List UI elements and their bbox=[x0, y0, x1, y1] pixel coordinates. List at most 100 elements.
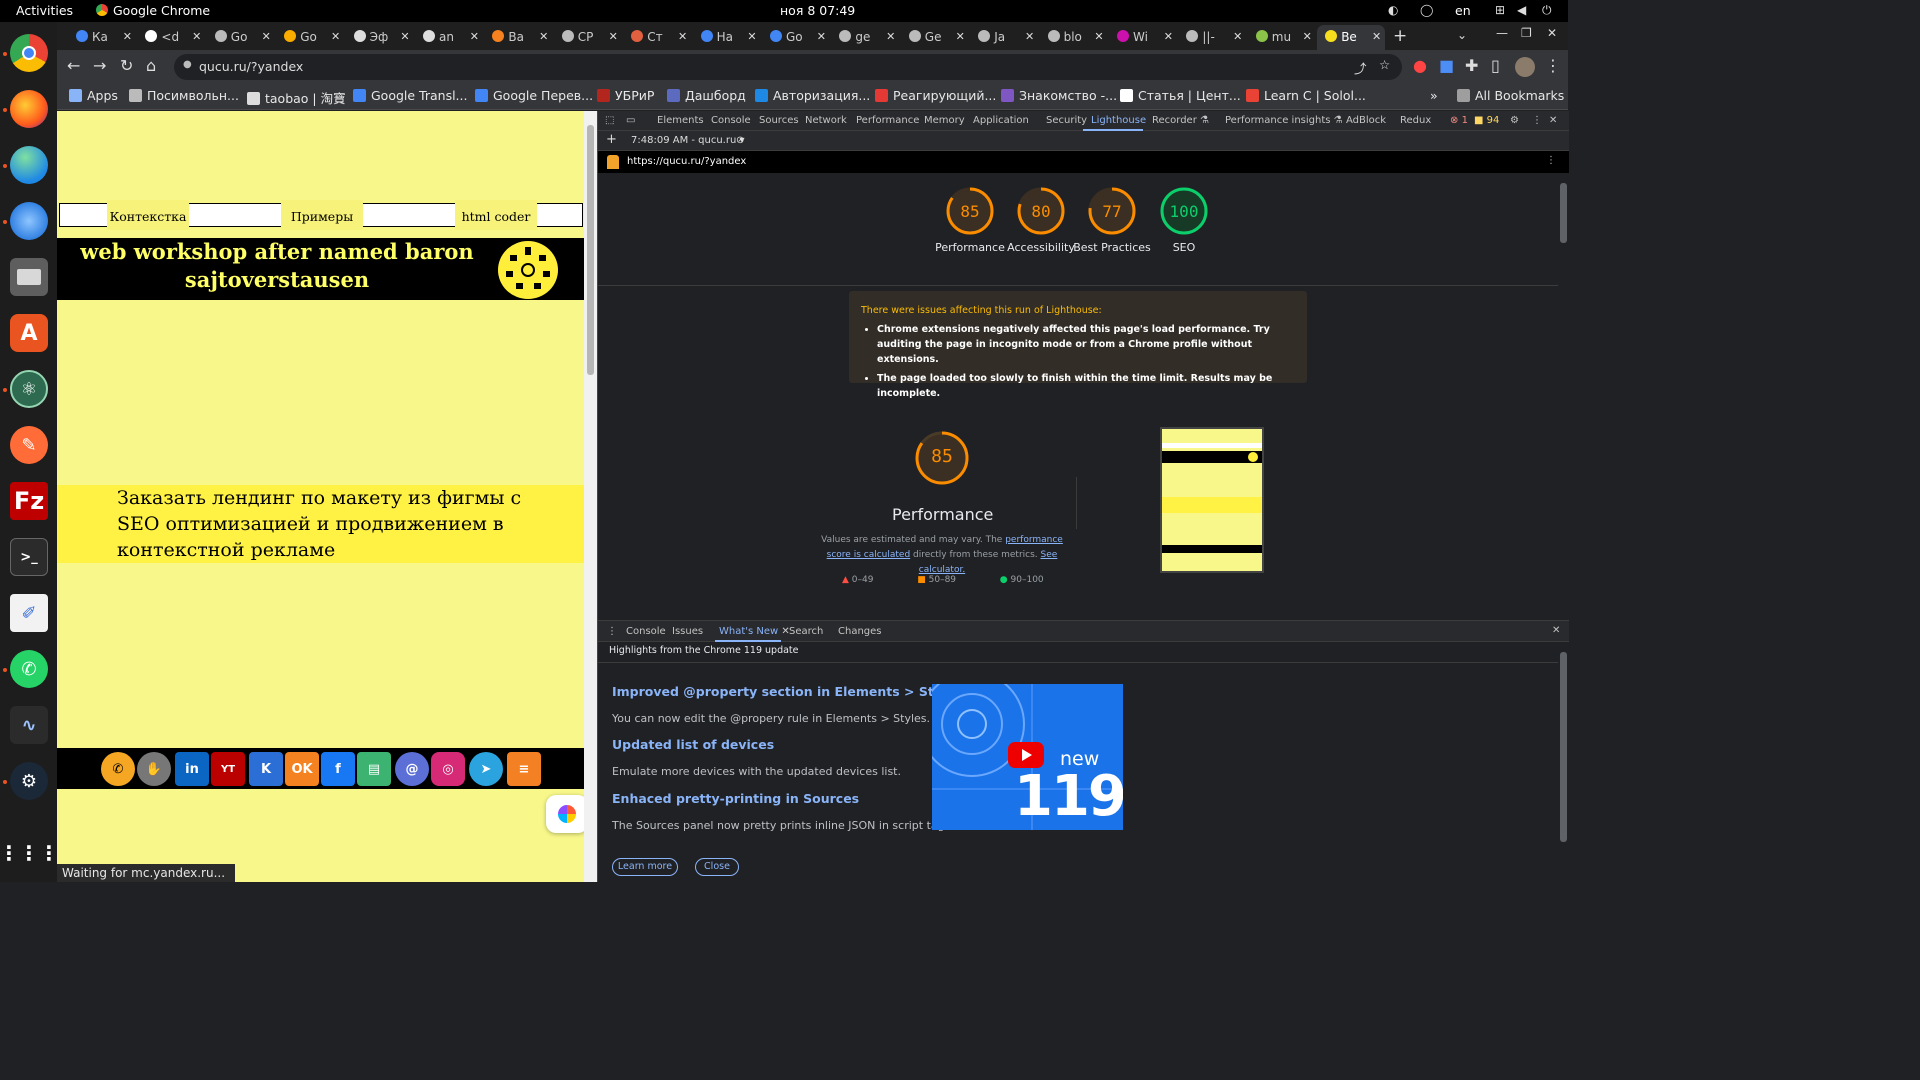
tab[interactable]: blo ✕ bbox=[1040, 25, 1108, 50]
close-tab-icon[interactable]: ✕ bbox=[470, 30, 479, 43]
extension-icon[interactable]: ● bbox=[1413, 56, 1427, 75]
tab[interactable]: Ка ✕ bbox=[68, 25, 136, 50]
page-scrollbar[interactable] bbox=[584, 111, 597, 882]
forward-button[interactable]: → bbox=[93, 56, 106, 75]
vk-icon[interactable]: K bbox=[249, 752, 283, 786]
close-tab-icon[interactable]: ✕ bbox=[886, 30, 895, 43]
close-tab-icon[interactable]: ✕ bbox=[817, 30, 826, 43]
close-drawer-icon[interactable]: ✕ bbox=[1552, 625, 1560, 636]
close-devtools-icon[interactable]: ✕ bbox=[1549, 115, 1557, 126]
nav-item-kontekstka[interactable]: Контекстка bbox=[107, 200, 189, 230]
devtools-tab-redux[interactable]: Redux bbox=[1400, 115, 1431, 126]
maximize-button[interactable]: ❐ bbox=[1521, 26, 1532, 40]
bookmark-star-icon[interactable]: ☆ bbox=[1379, 57, 1390, 72]
firefox-dock-icon[interactable] bbox=[10, 90, 48, 128]
software-center-dock-icon[interactable]: A bbox=[10, 314, 48, 352]
bookmark-item[interactable]: taobao | 淘寶 bbox=[247, 88, 346, 107]
steam-dock-icon[interactable]: ⚙ bbox=[10, 762, 48, 800]
extensions-puzzle-icon[interactable]: ✚ bbox=[1465, 56, 1478, 75]
chrome-dock-icon[interactable] bbox=[10, 34, 48, 72]
files-dock-icon[interactable] bbox=[10, 258, 48, 296]
thunderbird-dock-icon[interactable] bbox=[10, 202, 48, 240]
close-tab-icon[interactable]: ✕ bbox=[1233, 30, 1242, 43]
steam-tray-icon[interactable]: ◐ bbox=[1388, 3, 1398, 17]
edge-dock-icon[interactable] bbox=[10, 146, 48, 184]
instagram-icon[interactable]: ◎ bbox=[431, 752, 465, 786]
devtools-tab-console[interactable]: Console bbox=[711, 115, 751, 126]
devtools-tab-network[interactable]: Network bbox=[805, 115, 847, 126]
close-tab-icon[interactable]: ✕ bbox=[747, 30, 756, 43]
terminal-dock-icon[interactable]: >_ bbox=[10, 538, 48, 576]
inspect-element-icon[interactable]: ⬚ bbox=[605, 115, 614, 126]
tab[interactable]: Ja ✕ bbox=[970, 25, 1038, 50]
close-tab-icon[interactable]: ✕ bbox=[956, 30, 965, 43]
close-tab-icon[interactable]: ✕ bbox=[539, 30, 548, 43]
bookmark-item[interactable]: Google Перев... bbox=[475, 88, 593, 103]
devtools-tab-lighthouse[interactable]: Lighthouse bbox=[1091, 115, 1146, 126]
tab[interactable]: Wi ✕ bbox=[1109, 25, 1177, 50]
drawer-menu-icon[interactable]: ⋮ bbox=[607, 626, 617, 637]
drawer-tab-search[interactable]: Search bbox=[789, 626, 823, 637]
bookmark-item[interactable]: Дашборд bbox=[667, 88, 746, 103]
share-icon[interactable]: ⤴ bbox=[1354, 58, 1367, 77]
mascot-icon[interactable]: ✋ bbox=[137, 752, 171, 786]
tab[interactable]: Go ✕ bbox=[762, 25, 830, 50]
bookmark-item[interactable]: Apps bbox=[69, 88, 118, 103]
bookmark-item[interactable]: Знакомство -... bbox=[1001, 88, 1117, 103]
devtools-tab-security[interactable]: Security bbox=[1046, 115, 1087, 126]
devtools-tab-adblock[interactable]: AdBlock bbox=[1346, 115, 1386, 126]
bookmarks-overflow-icon[interactable]: » bbox=[1430, 88, 1438, 103]
power-icon[interactable]: ⏻ bbox=[1542, 3, 1552, 18]
new-tab-button[interactable]: + bbox=[1393, 26, 1407, 46]
close-tab-icon[interactable]: ✕ bbox=[1303, 30, 1312, 43]
report-scrollbar[interactable] bbox=[1558, 173, 1569, 620]
window-close-button[interactable]: ✕ bbox=[1547, 26, 1557, 40]
devtools-menu-icon[interactable]: ⋮ bbox=[1532, 115, 1542, 126]
side-panel-icon[interactable]: ▯ bbox=[1491, 56, 1500, 75]
floating-assistant-button[interactable] bbox=[546, 795, 588, 833]
show-apps-icon[interactable]: ⋮⋮⋮ bbox=[0, 834, 59, 872]
bookmark-item[interactable]: Посимвольн... bbox=[129, 88, 239, 103]
site-info-icon[interactable]: ● bbox=[183, 59, 192, 70]
phone-icon[interactable]: ✆ bbox=[101, 752, 135, 786]
tab[interactable]: Be ✕ bbox=[1317, 25, 1386, 50]
tab[interactable]: На ✕ bbox=[693, 25, 761, 50]
tab[interactable]: Эф ✕ bbox=[346, 25, 414, 50]
tab[interactable]: Go ✕ bbox=[276, 25, 344, 50]
settings-gear-icon[interactable]: ⚙ bbox=[1510, 115, 1519, 126]
tab[interactable]: an ✕ bbox=[415, 25, 483, 50]
devtools-tab-elements[interactable]: Elements bbox=[657, 115, 704, 126]
linkedin-icon[interactable]: in bbox=[175, 752, 209, 786]
facebook-icon[interactable]: f bbox=[321, 752, 355, 786]
bookmark-item[interactable]: Авторизация... bbox=[755, 88, 870, 103]
profile-avatar[interactable] bbox=[1515, 57, 1535, 77]
text-editor-dock-icon[interactable]: ✐ bbox=[10, 594, 48, 632]
drawer-tab-console[interactable]: Console bbox=[626, 626, 666, 637]
tab[interactable]: ge ✕ bbox=[831, 25, 899, 50]
email-icon[interactable]: @ bbox=[395, 752, 429, 786]
chrome-119-video-thumbnail[interactable]: new 119 bbox=[932, 684, 1123, 830]
tab[interactable]: ||- ✕ bbox=[1178, 25, 1246, 50]
bookmark-item[interactable]: Статья | Цент... bbox=[1120, 88, 1241, 103]
volume-icon[interactable]: ◀ bbox=[1517, 3, 1526, 17]
nav-item-primery[interactable]: Примеры bbox=[281, 200, 363, 230]
telegram-icon[interactable]: ➤ bbox=[469, 752, 503, 786]
atom-dock-icon[interactable]: ⚛ bbox=[10, 370, 48, 408]
postman-dock-icon[interactable]: ✎ bbox=[10, 426, 48, 464]
tab[interactable]: mu ✕ bbox=[1248, 25, 1316, 50]
whatsapp-tray-icon[interactable]: ◯ bbox=[1420, 3, 1433, 17]
close-tab-icon[interactable]: ✕ bbox=[1372, 30, 1381, 43]
feature-link-pretty-printing[interactable]: Enhaced pretty-printing in Sources bbox=[612, 791, 859, 806]
feature-link-property[interactable]: Improved @property section in Elements >… bbox=[612, 684, 962, 699]
scroll-thumb[interactable] bbox=[1560, 652, 1567, 842]
learn-more-button[interactable]: Learn more bbox=[612, 858, 678, 876]
bookmark-item[interactable]: УБРиР bbox=[597, 88, 654, 103]
back-button[interactable]: ← bbox=[67, 56, 80, 75]
devtools-tab-performance[interactable]: Performance bbox=[856, 115, 919, 126]
youtube-icon[interactable]: YT bbox=[211, 752, 245, 786]
clear-reports-icon[interactable]: ⊘ bbox=[736, 135, 744, 146]
system-monitor-dock-icon[interactable]: ∿ bbox=[10, 706, 48, 744]
drawer-tab-issues[interactable]: Issues bbox=[672, 626, 703, 637]
site-logo[interactable] bbox=[498, 241, 558, 299]
stackoverflow-icon[interactable]: ≡ bbox=[507, 752, 541, 786]
